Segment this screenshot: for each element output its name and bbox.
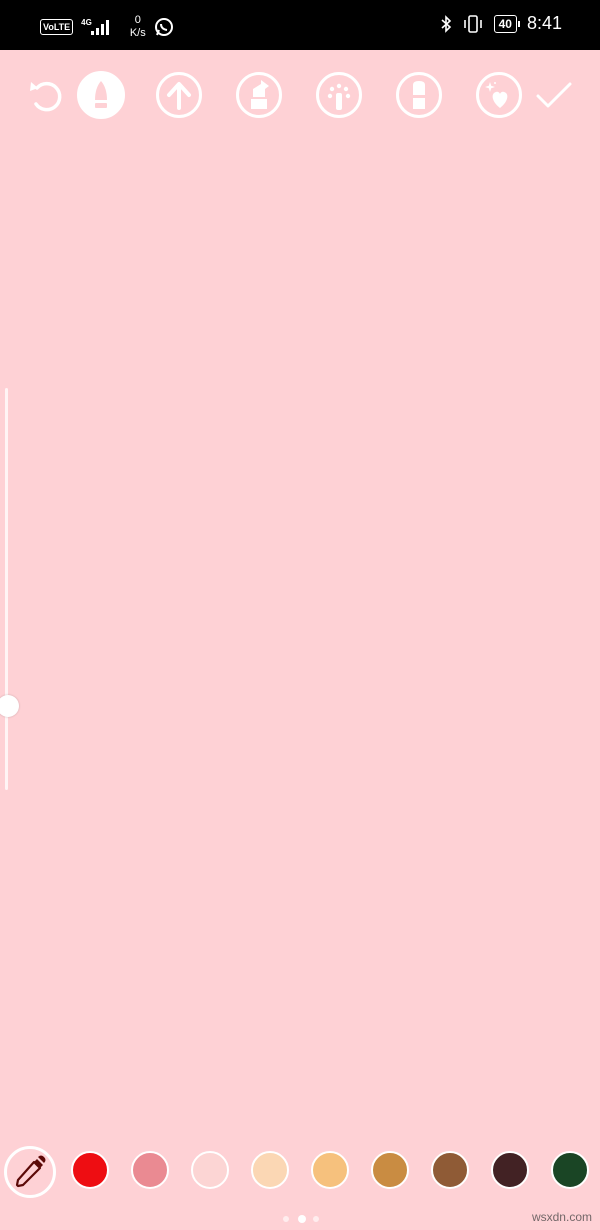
watermark: wsxdn.com	[531, 1210, 592, 1224]
color-swatch[interactable]	[491, 1151, 529, 1189]
color-swatch[interactable]	[191, 1151, 229, 1189]
status-bar-left: VoLTE 4G 0 K/s	[40, 14, 174, 40]
done-button[interactable]	[534, 76, 574, 116]
neon-tool-button[interactable]	[316, 72, 362, 118]
arrow-up-icon	[167, 82, 191, 110]
network-speed: 0 K/s	[130, 14, 146, 40]
color-swatch[interactable]	[251, 1151, 289, 1189]
page-dot	[283, 1216, 289, 1222]
undo-button[interactable]	[26, 76, 66, 116]
drawing-toolbar	[0, 71, 600, 122]
network-speed-unit: K/s	[129, 27, 146, 39]
color-swatch[interactable]	[71, 1151, 109, 1189]
special-effects-button[interactable]	[476, 72, 522, 118]
signal-bars-icon	[90, 20, 109, 35]
marker-tool-button[interactable]	[236, 72, 282, 118]
status-bar: VoLTE 4G 0 K/s 40 8:41	[0, 0, 600, 50]
page-dot	[298, 1215, 306, 1223]
whatsapp-icon	[154, 18, 173, 36]
network-type: 4G	[81, 18, 92, 27]
brush-size-slider[interactable]	[5, 388, 8, 790]
page-indicator	[0, 1214, 600, 1224]
neon-icon	[327, 83, 351, 110]
volte-badge: VoLTE	[40, 19, 74, 35]
page-dot	[313, 1216, 319, 1222]
status-bar-right: 40 8:41	[440, 13, 562, 34]
eraser-tool-button[interactable]	[396, 72, 442, 118]
color-palette	[0, 1146, 600, 1198]
battery-icon: 40	[493, 14, 521, 33]
arrow-tool-button[interactable]	[156, 72, 202, 118]
checkmark-icon	[536, 82, 572, 108]
eraser-icon	[413, 81, 425, 109]
undo-icon	[30, 81, 62, 112]
color-swatch[interactable]	[431, 1151, 469, 1189]
color-swatch[interactable]	[311, 1151, 349, 1189]
eyedropper-button[interactable]	[4, 1146, 56, 1198]
clock: 8:41	[526, 13, 562, 33]
network-speed-value: 0	[134, 14, 141, 26]
eyedropper-icon	[15, 1155, 46, 1188]
marker-icon	[251, 80, 269, 109]
vibrate-icon	[463, 14, 482, 33]
drawing-canvas[interactable]	[20, 140, 580, 1130]
color-swatch[interactable]	[371, 1151, 409, 1189]
pen-tool-button[interactable]	[77, 71, 125, 119]
pen-icon	[95, 81, 107, 108]
color-swatch[interactable]	[551, 1151, 589, 1189]
sparkle-heart-icon	[485, 82, 508, 108]
brush-size-thumb[interactable]	[0, 694, 19, 717]
bluetooth-icon	[441, 14, 451, 33]
color-swatch[interactable]	[131, 1151, 169, 1189]
